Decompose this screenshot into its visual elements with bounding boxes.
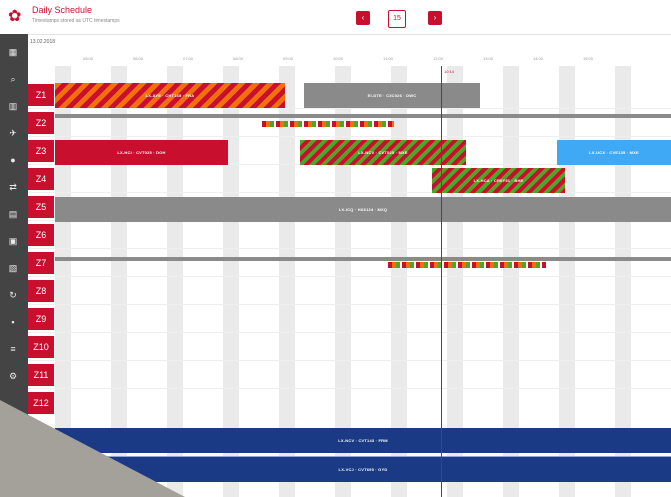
row-label-z2[interactable]: Z2 bbox=[28, 112, 54, 134]
chevron-left-icon: ‹ bbox=[361, 13, 365, 22]
time-label: 13:00 bbox=[482, 56, 493, 61]
row-divider bbox=[28, 192, 671, 193]
booking-bar-thin[interactable] bbox=[55, 257, 671, 261]
row-label-z3[interactable]: Z3 bbox=[28, 140, 54, 162]
time-label: 07:00 bbox=[182, 56, 193, 61]
booking-bar[interactable]: EI-DTE · C3C026 · DWC bbox=[304, 83, 480, 108]
row-label-z4[interactable]: Z4 bbox=[28, 168, 54, 190]
row-divider bbox=[28, 388, 671, 389]
chevron-right-icon: › bbox=[433, 13, 437, 22]
booking-bar[interactable]: LX-HCA · CR6Y51 · BHE bbox=[432, 168, 565, 193]
row-label-z8[interactable]: Z8 bbox=[28, 280, 54, 302]
time-label: 15:00 bbox=[582, 56, 593, 61]
list-icon[interactable]: ≡ bbox=[6, 343, 20, 355]
row-label-z6[interactable]: Z6 bbox=[28, 224, 54, 246]
booking-bar-thin[interactable] bbox=[55, 114, 671, 118]
time-label: 10:00 bbox=[332, 56, 343, 61]
page-title: Daily Schedule bbox=[32, 5, 93, 15]
current-time-line bbox=[441, 66, 442, 497]
calendar-icon: 15 bbox=[393, 15, 401, 22]
clipboard-icon[interactable]: ▣ bbox=[6, 235, 20, 247]
row-label-z11[interactable]: Z11 bbox=[28, 364, 54, 386]
row-divider bbox=[28, 136, 671, 137]
transfer-icon[interactable]: ⇄ bbox=[6, 181, 20, 193]
row-divider bbox=[28, 360, 671, 361]
time-label: 09:00 bbox=[282, 56, 293, 61]
row-divider bbox=[28, 248, 671, 249]
booking-bar-thin[interactable] bbox=[262, 121, 394, 127]
plane-icon[interactable]: ✈ bbox=[6, 127, 20, 139]
time-label: 11:00 bbox=[383, 56, 393, 61]
time-label: 08:00 bbox=[232, 56, 243, 61]
time-label: 12:00 bbox=[432, 56, 443, 61]
refresh-icon[interactable]: ↻ bbox=[6, 289, 20, 301]
row-divider bbox=[28, 108, 671, 109]
booking-bar-thin[interactable] bbox=[388, 262, 546, 268]
row-label-z10[interactable]: Z10 bbox=[28, 336, 54, 358]
row-label-z5[interactable]: Z5 bbox=[28, 196, 54, 218]
page-subtitle: Timestamps stored as UTC timestamps bbox=[32, 18, 120, 24]
location-icon[interactable]: ● bbox=[6, 154, 20, 166]
document-icon[interactable]: ▤ bbox=[6, 208, 20, 220]
booking-bar[interactable]: LX-AYE · CHT145 · FRA bbox=[55, 83, 285, 108]
current-time-label: 10:14 bbox=[444, 69, 455, 74]
row-label-z9[interactable]: Z9 bbox=[28, 308, 54, 330]
booking-bar[interactable]: LX-UCX · CVE135 · MXE bbox=[557, 140, 671, 165]
row-divider bbox=[28, 332, 671, 333]
desk-surface bbox=[0, 400, 185, 497]
row-divider bbox=[28, 276, 671, 277]
app-screen: ✿ Daily Schedule Timestamps stored as UT… bbox=[0, 0, 671, 497]
time-label: 14:00 bbox=[532, 56, 543, 61]
header-bar: ✿ Daily Schedule Timestamps stored as UT… bbox=[0, 0, 671, 35]
app-logo-icon: ✿ bbox=[8, 8, 22, 25]
next-day-button[interactable]: › bbox=[428, 11, 442, 25]
row-label-z7[interactable]: Z7 bbox=[28, 252, 54, 274]
search-icon[interactable]: ⌕ bbox=[6, 73, 20, 85]
grid-icon[interactable]: ▦ bbox=[6, 46, 20, 58]
device-frame: ✿ Daily Schedule Timestamps stored as UT… bbox=[0, 0, 671, 497]
row-divider bbox=[28, 304, 671, 305]
booking-bar[interactable]: LX-HCI · CVT025 · DOH bbox=[55, 140, 228, 165]
time-label: 06:00 bbox=[132, 56, 143, 61]
previous-day-button[interactable]: ‹ bbox=[356, 11, 370, 25]
booking-bar[interactable]: LX-ICQ · HX6124 · MXQ bbox=[55, 197, 671, 222]
archive-icon[interactable]: ▪ bbox=[6, 316, 20, 328]
notes-icon[interactable]: ▧ bbox=[6, 262, 20, 274]
building-icon[interactable]: ▥ bbox=[6, 100, 20, 112]
settings-icon[interactable]: ⚙ bbox=[6, 370, 20, 382]
schedule-date: 13.02.2018 bbox=[30, 39, 56, 45]
time-label: 05:00 bbox=[82, 56, 93, 61]
row-label-z1[interactable]: Z1 bbox=[28, 84, 54, 106]
calendar-button[interactable]: 15 bbox=[388, 10, 406, 28]
